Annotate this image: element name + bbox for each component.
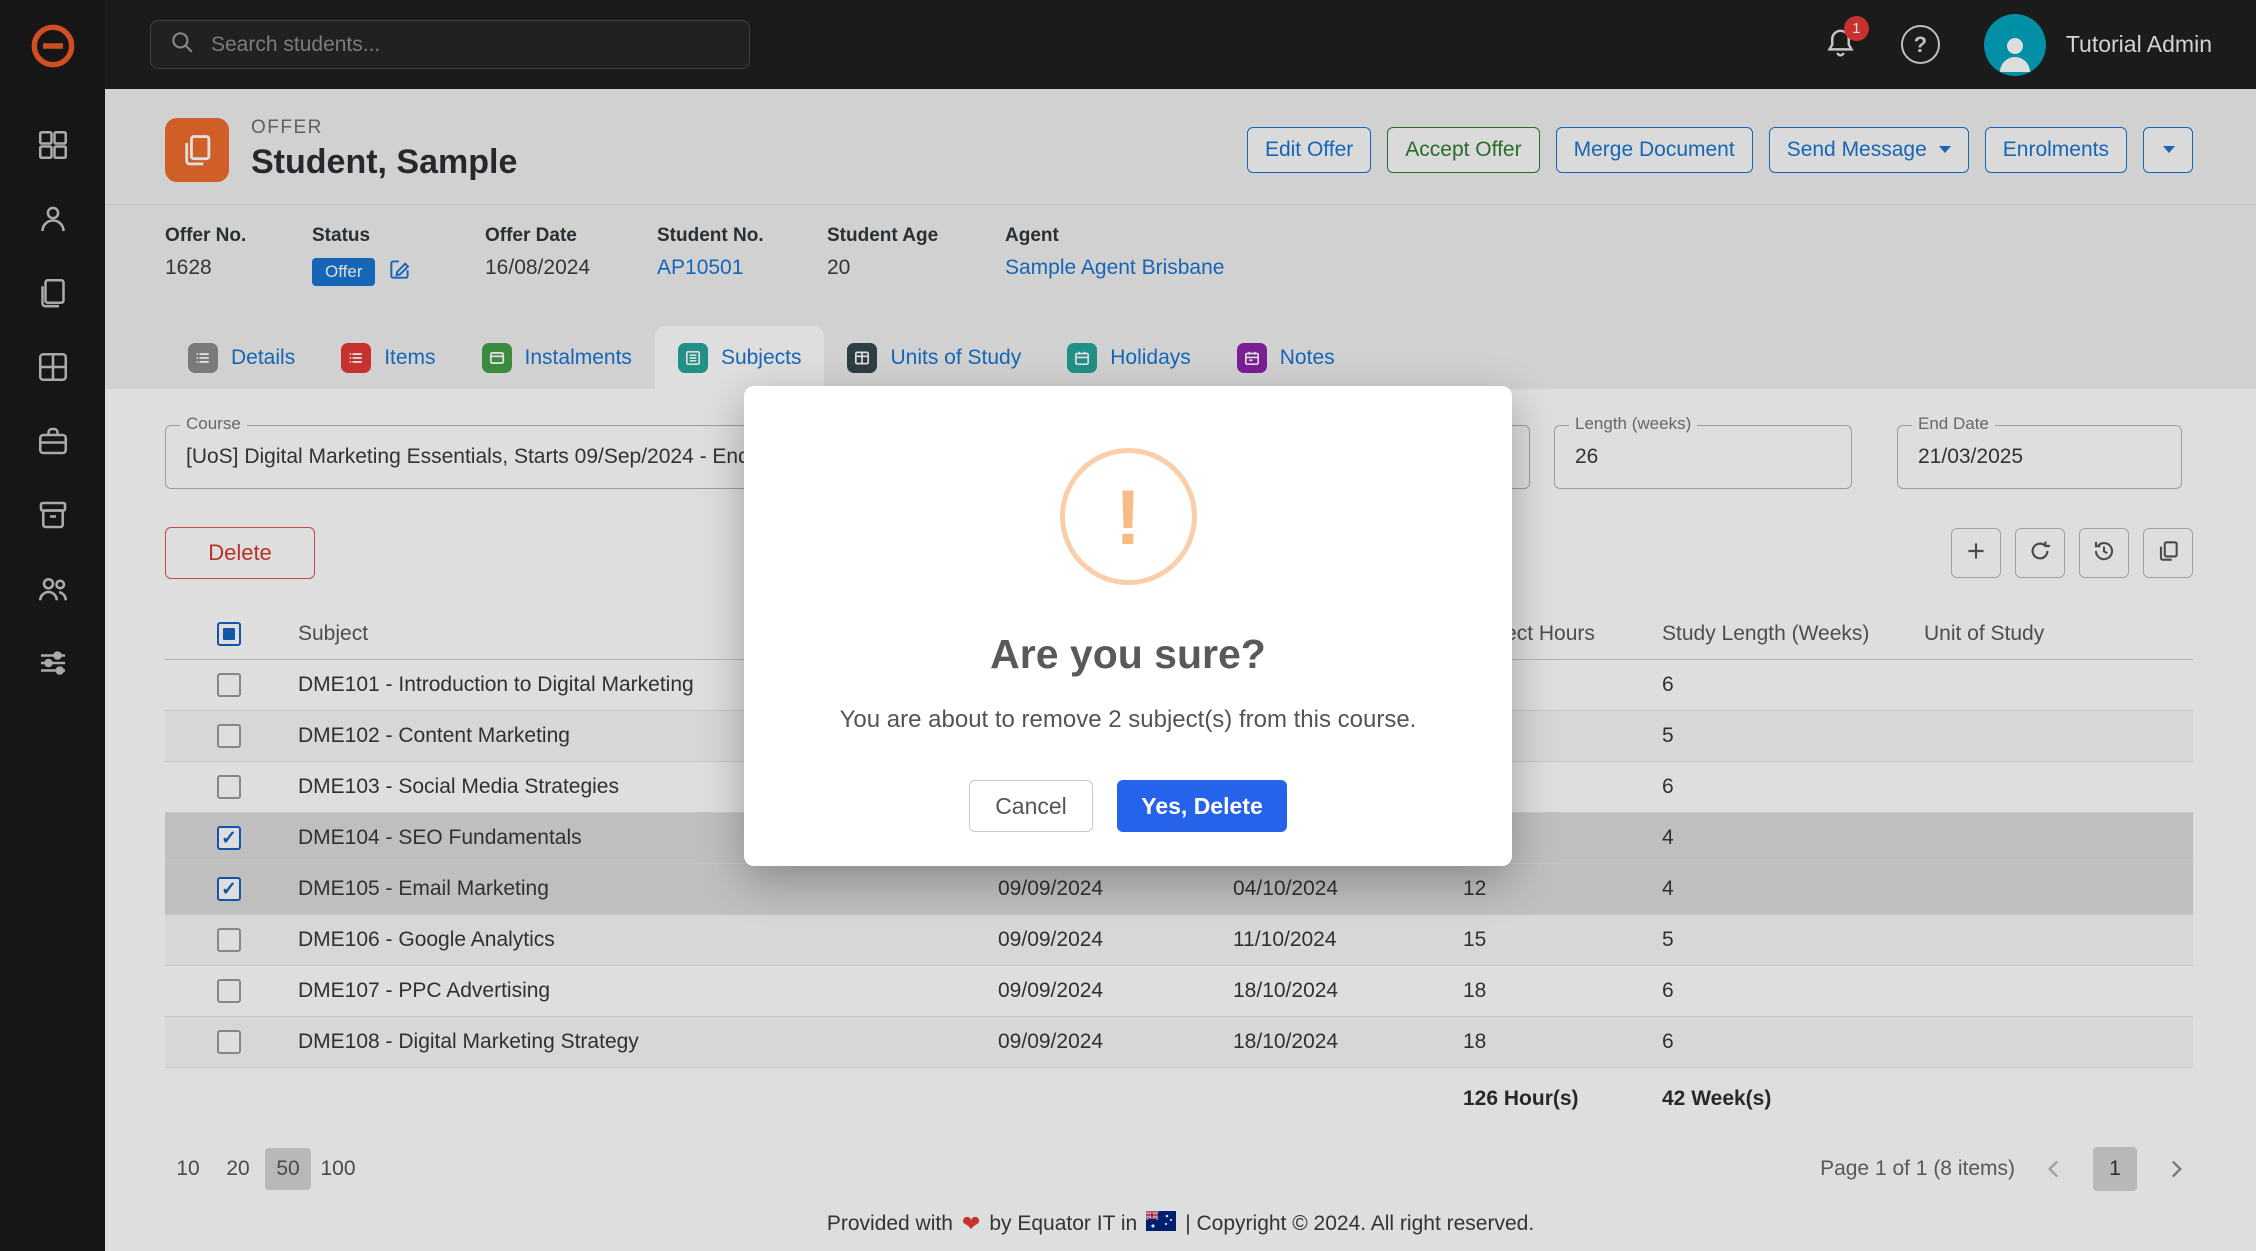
app-window: 1 ? Tutorial Admin OFFER Student, Sample [0, 0, 2256, 1251]
confirm-dialog: ! Are you sure? You are about to remove … [744, 386, 1512, 866]
confirm-delete-button[interactable]: Yes, Delete [1117, 780, 1287, 832]
warning-circle-icon: ! [1060, 448, 1197, 585]
dialog-title: Are you sure? [784, 631, 1472, 678]
cancel-button[interactable]: Cancel [969, 780, 1093, 832]
dialog-message: You are about to remove 2 subject(s) fro… [784, 706, 1472, 734]
exclamation-icon: ! [1115, 478, 1141, 556]
dialog-actions: Cancel Yes, Delete [784, 780, 1472, 832]
